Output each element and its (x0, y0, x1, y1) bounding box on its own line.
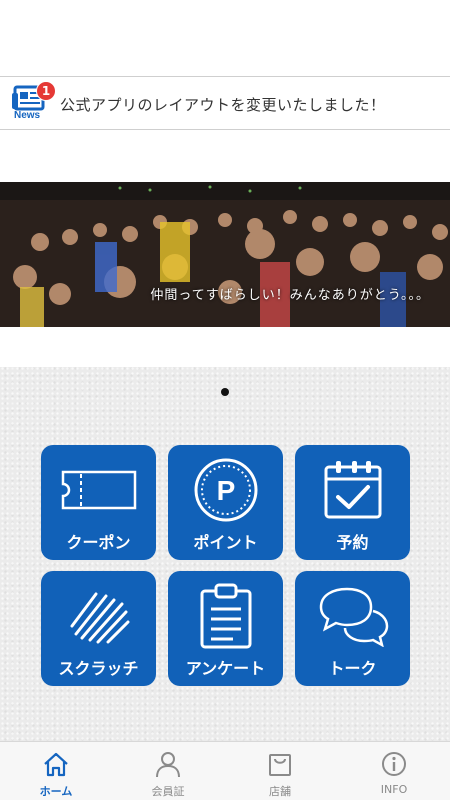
reservation-button[interactable]: 予約 (295, 445, 410, 560)
point-icon: P (168, 457, 283, 523)
person-icon (112, 750, 224, 780)
ticket-icon (41, 457, 156, 523)
info-icon (338, 750, 450, 780)
carousel-page-indicator[interactable] (221, 388, 229, 396)
tab-info-label: INFO (380, 783, 408, 796)
home-icon (0, 750, 112, 780)
chat-bubbles-icon (295, 583, 410, 649)
scratch-label: スクラッチ (58, 659, 139, 678)
survey-label: アンケート (185, 659, 266, 678)
clipboard-icon (168, 583, 283, 649)
calendar-check-icon (295, 457, 410, 523)
coupon-label: クーポン (66, 533, 131, 552)
banner-image[interactable]: 仲間ってすばらしい！みんなありがとう。。。 (0, 182, 450, 327)
shop-bag-icon (224, 750, 336, 780)
reservation-label: 予約 (336, 533, 369, 552)
tab-home-label: ホーム (39, 785, 73, 798)
top-header (0, 0, 450, 76)
tab-shops-label: 店舗 (269, 785, 291, 798)
point-label: ポイント (193, 533, 258, 552)
survey-button[interactable]: アンケート (168, 571, 283, 686)
tab-membership[interactable]: 会員証 (112, 742, 224, 800)
news-label: News (14, 110, 41, 121)
talk-label: トーク (328, 659, 377, 678)
tab-shops[interactable]: 店舗 (224, 742, 336, 800)
banner-caption: 仲間ってすばらしい！みんなありがとう。。。 (150, 288, 430, 303)
notification-badge: 1 (36, 81, 56, 101)
coupon-button[interactable]: クーポン (41, 445, 156, 560)
talk-button[interactable]: トーク (295, 571, 410, 686)
point-button[interactable]: P ポイント (168, 445, 283, 560)
tab-home[interactable]: ホーム (0, 742, 112, 800)
tab-membership-label: 会員証 (151, 785, 185, 798)
scratch-button[interactable]: スクラッチ (41, 571, 156, 686)
scratch-icon (41, 583, 156, 649)
news-message[interactable]: 公式アプリのレイアウトを変更いたしました！ (60, 94, 386, 115)
bottom-tab-bar: ホーム 会員証 店舗 INFO (0, 741, 450, 800)
tab-info[interactable]: INFO (338, 742, 450, 800)
news-bar[interactable]: 1 News 公式アプリのレイアウトを変更いたしました！ (0, 76, 450, 130)
svg-text:P: P (216, 475, 235, 506)
